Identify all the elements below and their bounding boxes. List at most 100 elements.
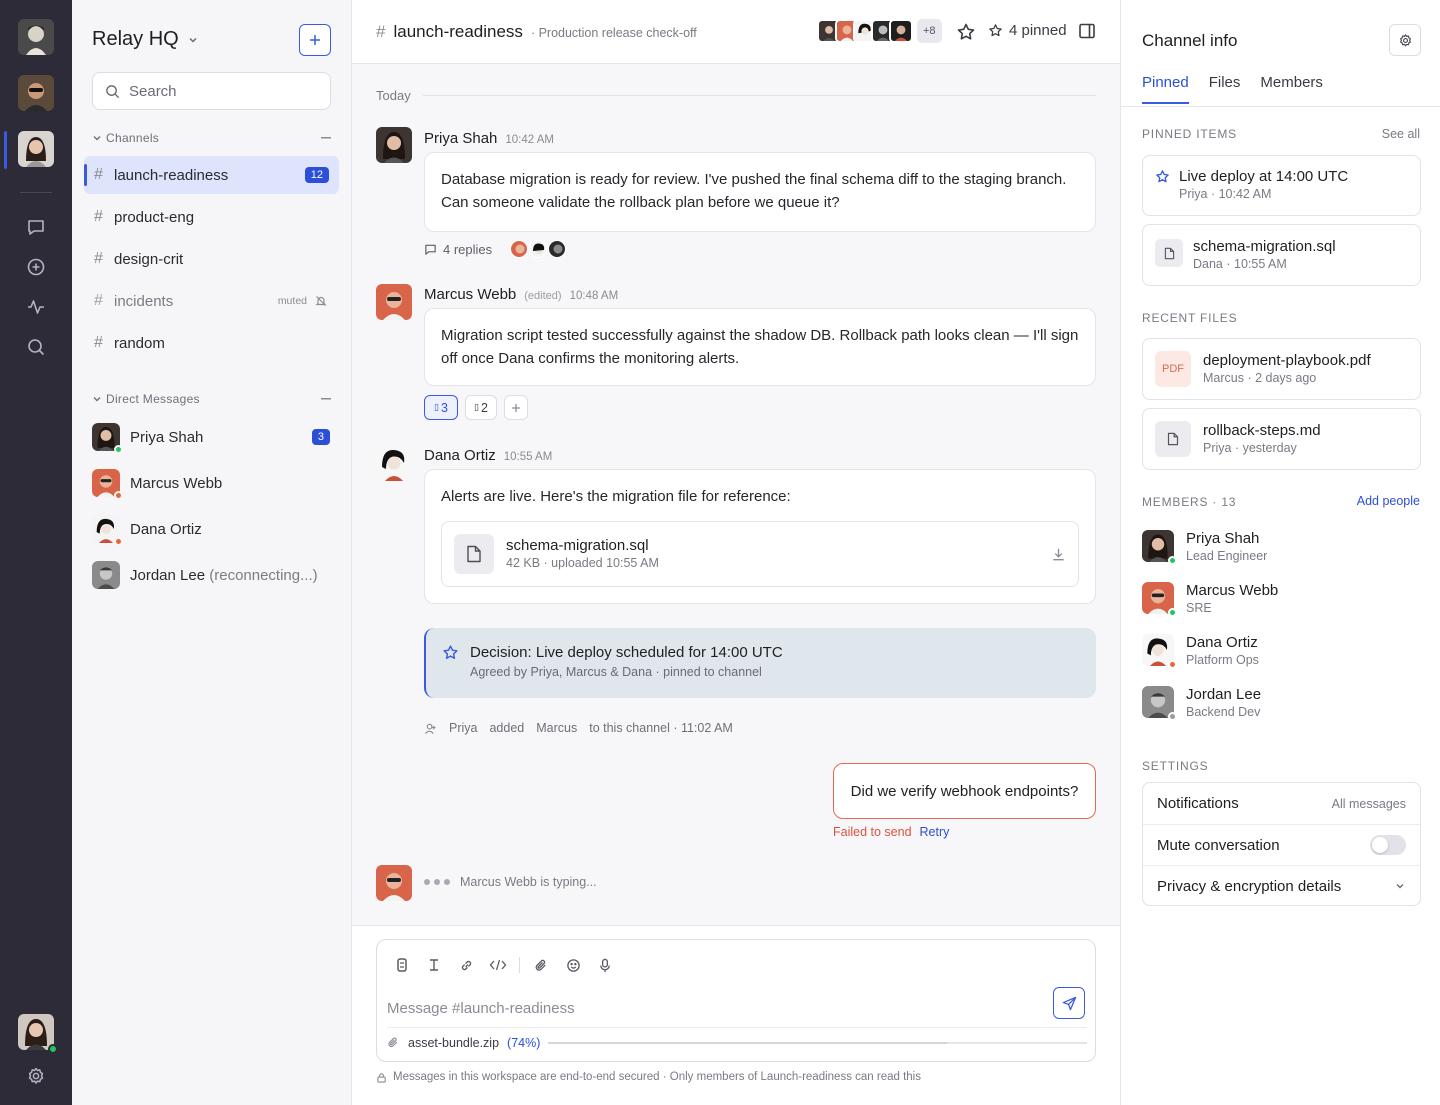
current-user-avatar[interactable] [18,1014,58,1054]
link-icon[interactable] [455,954,477,976]
code-icon[interactable] [487,954,509,976]
italic-icon[interactable] [423,954,445,976]
avatar[interactable] [376,127,412,163]
workspace-avatar-2[interactable] [18,75,54,111]
add-reaction-button[interactable] [504,395,528,420]
sidebar-search[interactable]: Search [92,72,331,110]
dm-name: Marcus Webb [130,474,223,492]
thumbs-up-icon: ▯ [434,402,439,412]
message-header: Priya Shah 10:42 AM [424,130,554,147]
search-icon[interactable] [24,335,48,359]
settings-gear-icon[interactable] [24,1064,48,1088]
pinned-items-button[interactable]: 4 pinned [988,22,1067,39]
tab-members[interactable]: Members [1260,74,1323,104]
avatar[interactable] [376,445,412,481]
see-all-link[interactable]: See all [1382,127,1420,141]
sidebar-panel-icon [1079,23,1095,39]
workspace-avatar-3[interactable] [18,131,54,167]
workspace-avatar-1[interactable] [18,19,54,55]
mute-toggle[interactable] [1370,835,1406,855]
privacy-setting[interactable]: Privacy & encryption details [1143,865,1420,906]
channel-header: # launch-readiness · Production release … [352,0,1120,64]
send-button[interactable] [1053,987,1085,1019]
avatar [92,469,123,500]
member-row[interactable]: Jordan Lee Backend Dev [1142,686,1421,722]
toggle-panel-button[interactable] [1078,22,1096,40]
dm-section-header[interactable]: Direct Messages [92,392,331,406]
avatar [1142,634,1177,669]
thread-replies-link[interactable]: 4 replies [424,240,567,258]
member-row[interactable]: Dana Ortiz Platform Ops [1142,634,1421,670]
channel-topic: · Production release check-off [530,26,697,40]
channel-item-product-eng[interactable]: # product-eng [84,198,339,236]
avatar [889,19,913,43]
notifications-setting[interactable]: Notifications All messages [1143,783,1420,824]
channel-item-launch-readiness[interactable]: # launch-readiness 12 [84,156,339,194]
pinned-decision-callout[interactable]: Decision: Live deploy scheduled for 14:0… [424,628,1096,698]
avatar[interactable] [376,284,412,320]
activity-icon[interactable] [24,295,48,319]
dm-item-dana-ortiz[interactable]: Dana Ortiz [92,513,332,546]
system-target[interactable]: Marcus [536,721,577,735]
collapse-icon[interactable] [321,398,331,400]
chevron-down-icon [187,34,199,46]
upload-progress-bar [548,1041,1087,1044]
message-input[interactable] [387,994,1037,1022]
member-row[interactable]: Priya Shah Lead Engineer [1142,530,1421,566]
member-avatar-stack[interactable]: +8 [817,19,942,43]
composer-area: asset-bundle.zip (74%) Messages in this … [352,925,1120,1105]
dm-item-jordan-lee[interactable]: Jordan Lee (reconnecting...) [92,559,332,591]
member-role: SRE [1186,601,1212,615]
recent-file[interactable]: rollback-steps.md Priya · yesterday [1142,408,1421,470]
emoji-icon[interactable] [562,954,584,976]
message-author[interactable]: Marcus Webb [424,286,516,303]
collapse-icon[interactable] [321,137,331,139]
avatar [510,240,529,258]
member-overflow-count: +8 [917,19,942,43]
channel-item-design-crit[interactable]: # design-crit [84,240,339,278]
bold-icon[interactable] [391,954,413,976]
message-author[interactable]: Priya Shah [424,130,497,147]
conversation-pane: # launch-readiness · Production release … [352,0,1120,1105]
workspace-switcher[interactable]: Relay HQ [92,28,199,51]
file-attachment[interactable]: schema-migration.sql 42 KB · uploaded 10… [441,521,1079,587]
settings-label: Settings [1142,759,1209,773]
file-icon [1155,239,1183,267]
tab-files[interactable]: Files [1209,74,1241,104]
add-people-link[interactable]: Add people [1357,494,1420,508]
system-actor[interactable]: Priya [449,721,477,735]
reply-count: 4 replies [443,241,493,257]
channel-item-random[interactable]: # random [84,324,339,362]
download-icon[interactable] [1051,547,1066,562]
star-channel-button[interactable] [956,22,976,42]
pinned-item[interactable]: schema-migration.sql Dana · 10:55 AM [1142,224,1421,286]
add-circle-icon[interactable] [24,255,48,279]
chevron-down-icon [93,397,101,402]
upload-filename: asset-bundle.zip [408,1035,500,1050]
reaction-eyes[interactable]: ▯ 2 [465,395,497,420]
message-text: Did we verify webhook endpoints? [850,782,1079,800]
dm-item-priya-shah[interactable]: Priya Shah 3 [92,421,332,454]
hash-icon: # [94,292,103,309]
bell-off-icon [315,295,327,307]
message-author[interactable]: Dana Ortiz [424,447,496,464]
retry-button[interactable]: Retry [920,825,950,839]
pinned-item[interactable]: Live deploy at 14:00 UTC Priya · 10:42 A… [1142,155,1421,216]
message-time: 10:55 AM [503,451,553,463]
channels-section-header[interactable]: Channels [92,131,331,145]
channel-settings-button[interactable] [1389,24,1421,56]
member-name: Marcus Webb [1186,582,1279,599]
channel-item-incidents[interactable]: # incidents muted [84,282,339,320]
mute-setting: Mute conversation [1143,824,1420,865]
messages-icon[interactable] [24,215,48,239]
dm-item-marcus-webb[interactable]: Marcus Webb [92,467,332,500]
attach-icon[interactable] [530,954,552,976]
reaction-thumbs-up[interactable]: ▯ 3 [424,395,458,420]
microphone-icon[interactable] [594,954,616,976]
tab-pinned[interactable]: Pinned [1142,74,1189,104]
member-row[interactable]: Marcus Webb SRE [1142,582,1421,618]
recent-file[interactable]: PDF deployment-playbook.pdf Marcus · 2 d… [1142,338,1421,400]
new-message-button[interactable] [299,24,331,56]
channel-name: product-eng [114,208,195,226]
hash-icon: # [94,250,103,267]
